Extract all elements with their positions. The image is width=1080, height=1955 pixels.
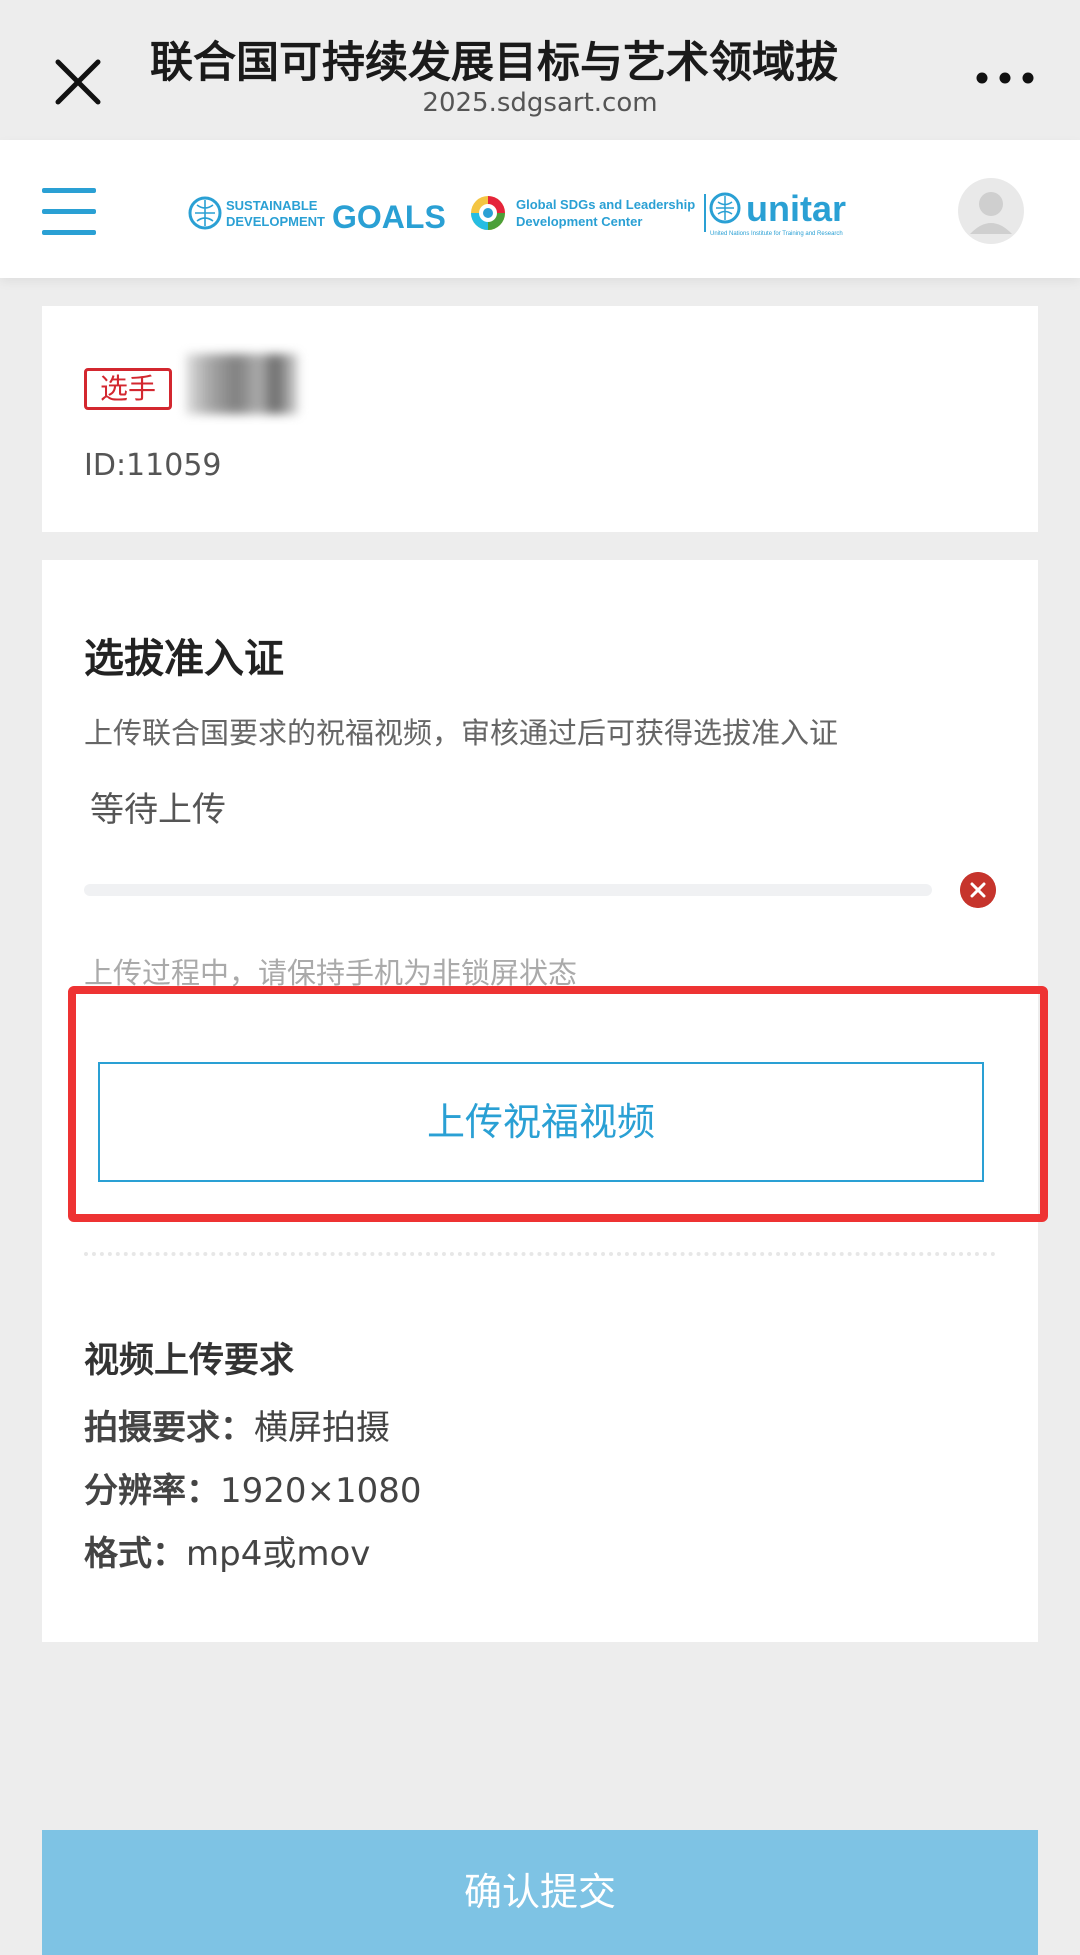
page-domain: 2025.sdgsart.com [422,88,658,118]
partner-logos: SUSTAINABLE DEVELOPMENT GOALS Global SDG… [188,188,888,238]
contestant-badge: 选手 [84,368,172,410]
requirement-item: 格式：mp4或mov [84,1526,370,1575]
requirement-value: 横屏拍摄 [254,1408,390,1448]
user-card: 选手 ID:11059 [42,306,1038,532]
hamburger-menu-icon[interactable] [42,188,96,236]
browser-top-bar: 联合国可持续发展目标与艺术领域拔 2025.sdgsart.com [0,0,1080,140]
global-logo-line2: Development Center [516,214,642,229]
unitar-logo: unitar United Nations Institute for Trai… [709,188,846,237]
section-title: 选拔准入证 [84,636,284,682]
sdg-goals-logo: SUSTAINABLE DEVELOPMENT GOALS [188,196,446,235]
requirements-title: 视频上传要求 [84,1341,295,1381]
more-icon[interactable] [970,58,1040,98]
unitar-logo-subtext: United Nations Institute for Training an… [710,231,843,237]
cancel-upload-icon[interactable] [960,872,996,908]
dotted-divider [84,1252,996,1256]
requirement-value: mp4或mov [186,1534,371,1574]
global-sdgs-center-logo: Global SDGs and Leadership Development C… [471,194,706,232]
requirement-label: 格式： [84,1534,186,1574]
admission-pass-card: 选拔准入证 上传联合国要求的祝福视频，审核通过后可获得选拔准入证 等待上传 上传… [42,560,1048,1642]
sdg-logo-top-text: SUSTAINABLE [226,198,318,213]
section-description: 上传联合国要求的祝福视频，审核通过后可获得选拔准入证 [84,716,839,750]
requirement-label: 分辨率： [84,1471,220,1511]
page: 联合国可持续发展目标与艺术领域拔 2025.sdgsart.com SUSTAI… [0,0,1080,1955]
upload-video-button[interactable]: 上传祝福视频 [98,1062,984,1182]
requirement-value: 1920×1080 [220,1471,422,1511]
upload-status: 等待上传 [90,790,226,830]
site-header: SUSTAINABLE DEVELOPMENT GOALS Global SDG… [0,140,1080,278]
avatar-icon[interactable] [958,178,1024,244]
sdg-logo-goals-text: GOALS [332,199,446,235]
submit-button[interactable]: 确认提交 [42,1830,1038,1955]
global-logo-line1: Global SDGs and Leadership [516,197,695,212]
upload-progress-bar [84,884,932,896]
requirement-label: 拍摄要求： [84,1408,254,1448]
unitar-logo-text: unitar [746,188,846,229]
requirement-item: 分辨率：1920×1080 [84,1463,422,1512]
blurred-user-name [186,354,298,414]
requirement-item: 拍摄要求：横屏拍摄 [84,1400,390,1449]
user-id: ID:11059 [84,448,222,483]
sdg-logo-bottom-text: DEVELOPMENT [226,214,325,229]
